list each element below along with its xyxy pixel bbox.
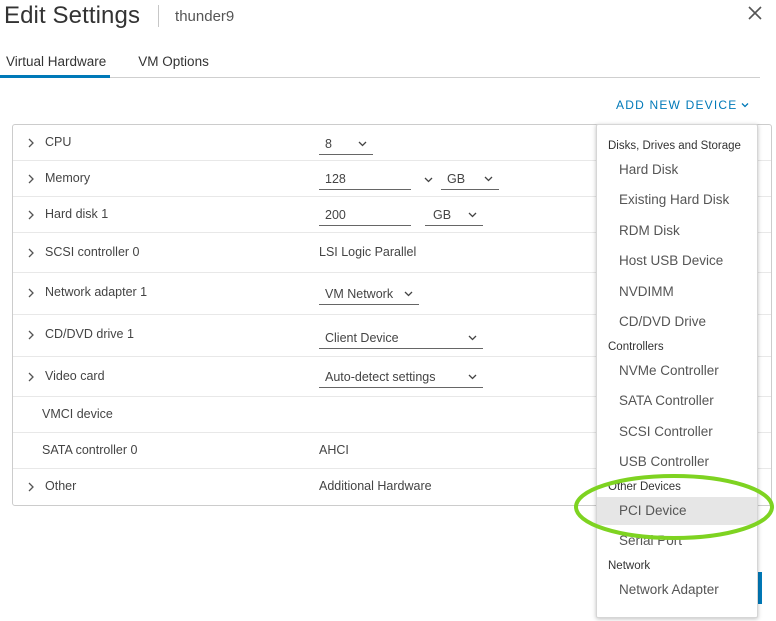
expand-icon[interactable]: [27, 210, 35, 220]
expand-icon[interactable]: [27, 174, 35, 184]
hard-disk-size-input[interactable]: 200: [319, 204, 411, 226]
tab-virtual-hardware[interactable]: Virtual Hardware: [0, 50, 111, 78]
chevron-down-icon: [404, 291, 413, 297]
dialog-title: Edit Settings: [4, 2, 141, 29]
video-card-select[interactable]: Auto-detect settings: [319, 366, 483, 388]
close-icon[interactable]: [746, 4, 764, 22]
sata-label: SATA controller 0: [42, 443, 138, 457]
add-new-device-label: ADD NEW DEVICE: [616, 98, 738, 112]
cpu-select[interactable]: 8: [319, 133, 373, 155]
menu-item-nvme-controller[interactable]: NVMe Controller: [597, 357, 757, 385]
menu-item-nvdimm[interactable]: NVDIMM: [597, 278, 757, 306]
hard-disk-unit: GB: [433, 208, 452, 222]
vm-name: thunder9: [175, 7, 235, 25]
cpu-value: 8: [325, 137, 332, 151]
chevron-down-icon: [742, 103, 749, 108]
memory-unit: GB: [447, 172, 466, 186]
title-separator: [158, 5, 160, 27]
memory-input[interactable]: 128: [319, 168, 411, 190]
menu-header-controllers: Controllers: [608, 341, 664, 353]
chevron-down-icon: [358, 141, 367, 147]
sata-value: AHCI: [319, 443, 349, 457]
menu-item-host-usb-device[interactable]: Host USB Device: [597, 247, 757, 275]
chevron-down-icon: [468, 212, 477, 218]
hard-disk-unit-select[interactable]: GB: [425, 204, 483, 226]
network-label: Network adapter 1: [45, 285, 148, 299]
menu-item-hard-disk[interactable]: Hard Disk: [597, 156, 757, 184]
menu-item-network-adapter[interactable]: Network Adapter: [597, 576, 757, 604]
cpu-label: CPU: [45, 135, 72, 149]
chevron-down-icon[interactable]: [424, 177, 433, 183]
cd-dvd-value: Client Device: [325, 331, 399, 345]
menu-item-rdm-disk[interactable]: RDM Disk: [597, 217, 757, 245]
dialog-header: Edit Settings thunder9: [4, 0, 234, 32]
memory-label: Memory: [45, 171, 91, 185]
network-value: VM Network: [325, 287, 394, 301]
hard-disk-label: Hard disk 1: [45, 207, 109, 221]
other-value: Additional Hardware: [319, 479, 432, 493]
expand-icon[interactable]: [27, 248, 35, 258]
chevron-down-icon: [468, 335, 477, 341]
menu-item-scsi-controller[interactable]: SCSI Controller: [597, 418, 757, 446]
cd-dvd-label: CD/DVD drive 1: [45, 327, 134, 341]
scsi-value: LSI Logic Parallel: [319, 245, 417, 259]
memory-value: 128: [325, 172, 346, 186]
video-card-value: Auto-detect settings: [325, 370, 436, 384]
expand-icon[interactable]: [27, 372, 35, 382]
expand-icon[interactable]: [27, 138, 35, 148]
highlight-ellipse-annotation: [574, 474, 774, 540]
add-device-menu: Disks, Drives and Storage Hard Disk Exis…: [596, 124, 758, 618]
vmci-label: VMCI device: [42, 407, 113, 421]
scsi-label: SCSI controller 0: [45, 245, 140, 259]
menu-item-existing-hard-disk[interactable]: Existing Hard Disk: [597, 186, 757, 214]
expand-icon[interactable]: [27, 330, 35, 340]
expand-icon[interactable]: [27, 288, 35, 298]
video-card-label: Video card: [45, 369, 105, 383]
chevron-down-icon: [484, 176, 493, 182]
menu-item-sata-controller[interactable]: SATA Controller: [597, 387, 757, 415]
menu-header-disks: Disks, Drives and Storage: [608, 140, 741, 152]
primary-button-edge[interactable]: [758, 572, 762, 604]
network-select[interactable]: VM Network: [319, 283, 419, 305]
hard-disk-value: 200: [325, 208, 346, 222]
menu-item-cd-dvd-drive[interactable]: CD/DVD Drive: [597, 308, 757, 336]
tab-vm-options[interactable]: VM Options: [132, 50, 215, 78]
chevron-down-icon: [468, 374, 477, 380]
menu-header-network: Network: [608, 560, 651, 572]
cd-dvd-select[interactable]: Client Device: [319, 327, 483, 349]
other-label: Other: [45, 479, 77, 493]
tab-bar: Virtual Hardware VM Options: [0, 50, 760, 78]
expand-icon[interactable]: [27, 482, 35, 492]
add-new-device-button[interactable]: ADD NEW DEVICE: [616, 98, 749, 112]
memory-unit-select[interactable]: GB: [441, 168, 499, 190]
